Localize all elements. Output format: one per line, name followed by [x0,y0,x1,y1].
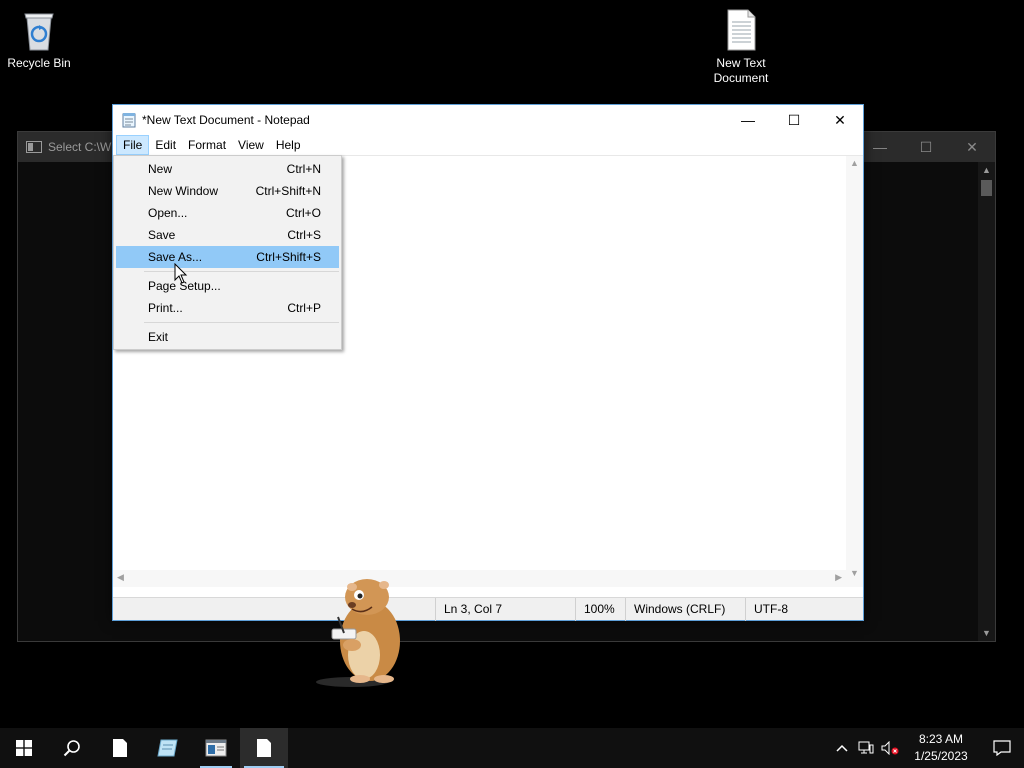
notepad-title: *New Text Document - Notepad [142,113,310,127]
start-button[interactable] [0,728,48,768]
console-icon [26,141,42,153]
new-text-document-desktop-icon[interactable]: New Text Document [701,8,781,86]
action-center-button[interactable] [980,728,1024,768]
status-cursor-position: Ln 3, Col 7 [435,598,575,621]
menu-item-new[interactable]: New Ctrl+N [116,158,339,180]
menu-separator [144,322,339,323]
volume-button[interactable] [878,728,902,768]
chevron-left-icon[interactable]: ◀ [117,572,124,583]
menu-view[interactable]: View [232,135,270,155]
menu-item-save-as[interactable]: Save As... Ctrl+Shift+S [116,246,339,268]
console-window-icon [205,739,227,757]
menu-item-save[interactable]: Save Ctrl+S [116,224,339,246]
recycle-bin-desktop-icon[interactable]: Recycle Bin [0,8,79,71]
chevron-down-icon[interactable]: ▼ [846,568,863,578]
menu-help[interactable]: Help [270,135,307,155]
menu-bar: File Edit Format View Help [113,135,863,155]
clock[interactable]: 8:23 AM 1/25/2023 [906,731,976,765]
editor-vertical-scrollbar[interactable]: ▲ ▼ [846,156,863,587]
status-line-ending: Windows (CRLF) [625,598,745,621]
menu-item-shortcut: Ctrl+O [285,206,321,220]
maximize-button[interactable]: ☐ [771,105,817,135]
recycle-bin-icon [24,13,54,51]
notepad-icon [122,113,136,128]
menu-item-print[interactable]: Print... Ctrl+P [116,297,339,319]
network-icon [858,741,874,754]
menu-item-shortcut: Ctrl+S [287,228,321,242]
console-scrollbar[interactable]: ▲ ▼ [978,162,995,641]
menu-item-label: Save [148,228,176,242]
menu-format[interactable]: Format [182,135,232,155]
search-icon [63,740,80,757]
recycle-bin-label: Recycle Bin [7,56,71,70]
menu-item-label: Exit [148,330,169,344]
file-dropdown-menu: New Ctrl+N New Window Ctrl+Shift+N Open.… [113,155,342,350]
hamster-mascot[interactable] [312,575,412,690]
taskbar: 8:23 AM 1/25/2023 [0,728,1024,768]
chevron-up-icon [836,744,848,752]
menu-item-shortcut: Ctrl+P [287,301,321,315]
menu-item-shortcut: Ctrl+Shift+N [255,184,321,198]
console-title: Select C:\Wi [48,140,115,154]
chevron-up-icon[interactable]: ▲ [978,162,995,178]
menu-item-shortcut: Ctrl+Shift+S [256,250,321,264]
menu-item-shortcut: Ctrl+N [286,162,321,176]
file-icon [257,739,271,757]
menu-item-label: New [148,162,173,176]
windows-logo-icon [16,740,32,756]
taskbar-notepad-active[interactable] [240,728,288,768]
console-maximize-button[interactable]: ☐ [903,132,949,162]
chevron-right-icon[interactable]: ▶ [835,572,842,583]
menu-item-open[interactable]: Open... Ctrl+O [116,202,339,224]
console-close-button[interactable]: ✕ [949,132,995,162]
menu-item-label: Open... [148,206,188,220]
minimize-button[interactable]: — [725,105,771,135]
search-button[interactable] [48,728,96,768]
close-button[interactable]: ✕ [817,105,863,135]
status-bar: Ln 3, Col 7 100% Windows (CRLF) UTF-8 [113,597,863,621]
new-text-document-label: New Text Document [713,56,769,85]
menu-edit[interactable]: Edit [149,135,182,155]
file-icon [113,739,127,757]
chevron-down-icon[interactable]: ▼ [978,625,995,641]
menu-item-exit[interactable]: Exit [116,326,339,348]
menu-item-label: Print... [148,301,183,315]
volume-muted-icon [881,741,899,755]
show-hidden-icons-button[interactable] [830,728,854,768]
editor-horizontal-scrollbar[interactable]: ◀ ▶ [113,570,846,587]
taskbar-console-button[interactable] [192,728,240,768]
taskbar-notepad-pinned[interactable] [144,728,192,768]
notification-icon [993,740,1011,756]
chevron-up-icon[interactable]: ▲ [846,158,863,168]
clock-time: 8:23 AM [918,732,964,746]
text-file-icon [727,9,756,51]
taskbar-file-button[interactable] [96,728,144,768]
system-tray: 8:23 AM 1/25/2023 [830,728,1024,768]
menu-item-label: New Window [148,184,219,198]
menu-item-new-window[interactable]: New Window Ctrl+Shift+N [116,180,339,202]
console-scroll-thumb[interactable] [981,180,992,196]
menu-file[interactable]: File [116,135,150,155]
mouse-cursor-icon [174,263,188,284]
status-zoom: 100% [575,598,625,621]
network-button[interactable] [854,728,878,768]
status-encoding: UTF-8 [745,598,845,621]
notepad-icon [157,739,178,757]
clock-date: 1/25/2023 [914,749,968,763]
menu-item-page-setup[interactable]: Page Setup... [116,275,339,297]
